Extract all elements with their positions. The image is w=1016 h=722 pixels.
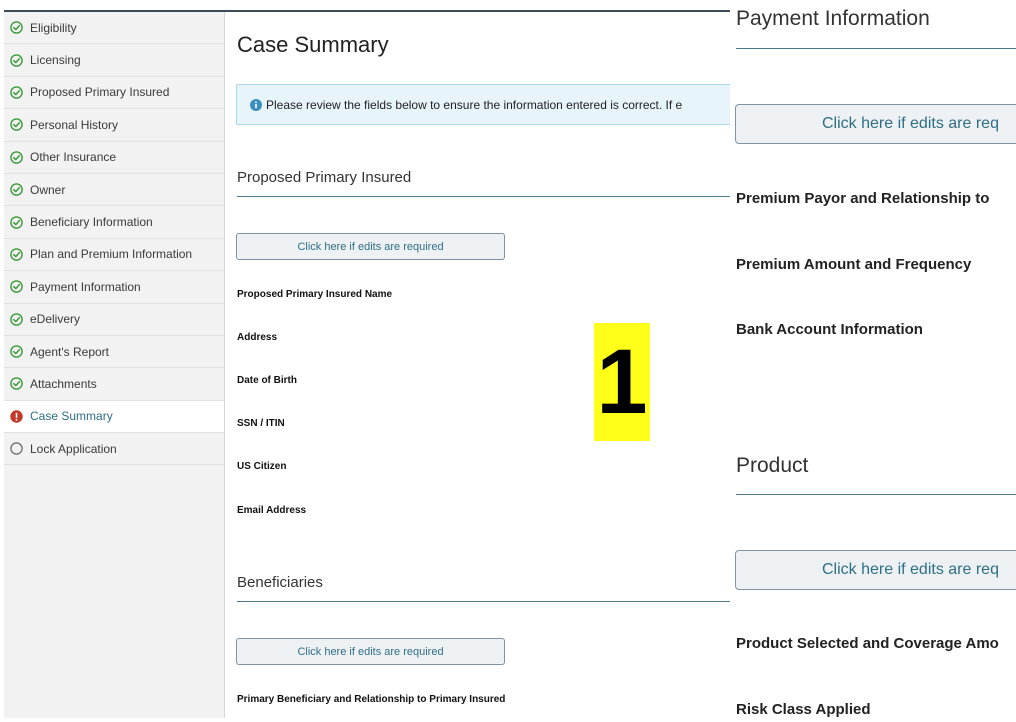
step-number-badge: 1: [594, 323, 650, 441]
check-circle-icon: [10, 345, 23, 358]
page-title: Case Summary: [237, 32, 389, 57]
sidebar-item-plan-and-premium-information[interactable]: Plan and Premium Information: [4, 239, 224, 272]
field-bank-account: Bank Account Information: [736, 321, 923, 338]
zoomed-detail-panel: Payment Information Click here if edits …: [730, 0, 1016, 722]
sidebar-item-label: Personal History: [30, 117, 119, 132]
edit-insured-button[interactable]: Click here if edits are required: [236, 233, 505, 260]
sidebar-item-personal-history[interactable]: Personal History: [4, 109, 224, 142]
field-address: Address: [237, 332, 278, 343]
edit-beneficiaries-button[interactable]: Click here if edits are required: [236, 638, 505, 665]
sidebar-item-lock-application[interactable]: Lock Application: [4, 433, 224, 466]
check-circle-icon: [10, 377, 23, 391]
section-divider: [736, 48, 1016, 49]
field-primary-beneficiary: Primary Beneficiary and Relationship to …: [237, 694, 506, 705]
sidebar-item-label: Licensing: [30, 53, 81, 68]
section-divider: [237, 196, 730, 197]
info-banner-text: Please review the fields below to ensure…: [266, 97, 683, 112]
check-circle-icon: [10, 248, 23, 261]
info-icon: [250, 98, 262, 111]
sidebar-item-proposed-primary-insured[interactable]: Proposed Primary Insured: [4, 77, 224, 110]
sidebar-item-label: Owner: [30, 182, 66, 197]
field-insured-name: Proposed Primary Insured Name: [237, 289, 393, 300]
sidebar-item-label: Payment Information: [30, 279, 141, 294]
empty-circle-icon: [10, 442, 23, 455]
field-us-citizen: US Citizen: [237, 461, 287, 472]
sidebar-item-label: eDelivery: [30, 312, 81, 327]
sidebar-item-attachments[interactable]: Attachments: [4, 368, 224, 401]
section-title-insured: Proposed Primary Insured: [237, 169, 412, 186]
section-divider: [237, 601, 730, 602]
alert-circle-icon: [10, 410, 23, 423]
sidebar-item-label: Beneficiary Information: [30, 215, 153, 230]
sidebar-item-agent-s-report[interactable]: Agent's Report: [4, 336, 224, 369]
check-circle-icon: [10, 21, 23, 34]
field-date-of-birth: Date of Birth: [237, 375, 297, 386]
check-circle-icon: [10, 280, 23, 294]
sidebar-item-payment-information[interactable]: Payment Information: [4, 271, 224, 304]
check-circle-icon: [10, 312, 23, 326]
info-banner: Please review the fields below to ensure…: [236, 84, 730, 125]
sidebar-item-label: Proposed Primary Insured: [30, 85, 170, 100]
sidebar-item-label: Agent's Report: [30, 344, 110, 359]
check-circle-icon: [10, 53, 23, 67]
sidebar-item-edelivery[interactable]: eDelivery: [4, 304, 224, 336]
sidebar-item-owner[interactable]: Owner: [4, 174, 224, 207]
sidebar-item-licensing[interactable]: Licensing: [4, 44, 224, 77]
field-product-selected: Product Selected and Coverage Amo: [736, 635, 999, 652]
section-divider: [736, 494, 1016, 495]
sidebar-item-case-summary[interactable]: Case Summary: [4, 400, 224, 434]
field-ssn-itin: SSN / ITIN: [237, 418, 285, 429]
check-circle-icon: [10, 215, 23, 229]
section-title-product: Product: [736, 454, 809, 477]
edit-product-button[interactable]: Click here if edits are req: [735, 550, 1016, 590]
field-risk-class: Risk Class Applied: [736, 701, 871, 718]
check-circle-icon: [10, 150, 23, 164]
sidebar-item-label: Plan and Premium Information: [30, 247, 193, 262]
section-title-payment: Payment Information: [736, 7, 930, 30]
sidebar-item-label: Other Insurance: [30, 150, 117, 165]
section-title-beneficiaries: Beneficiaries: [237, 574, 323, 591]
field-email-address: Email Address: [237, 505, 307, 516]
sidebar-item-label: Attachments: [30, 376, 97, 391]
sidebar-item-other-insurance[interactable]: Other Insurance: [4, 142, 224, 174]
sidebar-item-label: Lock Application: [30, 441, 117, 456]
sidebar-item-label: Eligibility: [30, 20, 77, 35]
sidebar-item-eligibility[interactable]: Eligibility: [4, 12, 224, 45]
sidebar-item-label: Case Summary: [30, 409, 113, 424]
edit-payment-button[interactable]: Click here if edits are req: [735, 104, 1016, 144]
check-circle-icon: [10, 183, 23, 196]
check-circle-icon: [10, 118, 23, 132]
sidebar-nav: Eligibility Licensing Proposed Primary Ins…: [4, 12, 225, 718]
sidebar-item-beneficiary-information[interactable]: Beneficiary Information: [4, 206, 224, 239]
field-premium-payor: Premium Payor and Relationship to: [736, 190, 990, 207]
field-premium-amount: Premium Amount and Frequency: [736, 256, 972, 273]
case-summary-panel: Case Summary Please review the fields be…: [225, 12, 730, 722]
check-circle-icon: [10, 86, 23, 99]
